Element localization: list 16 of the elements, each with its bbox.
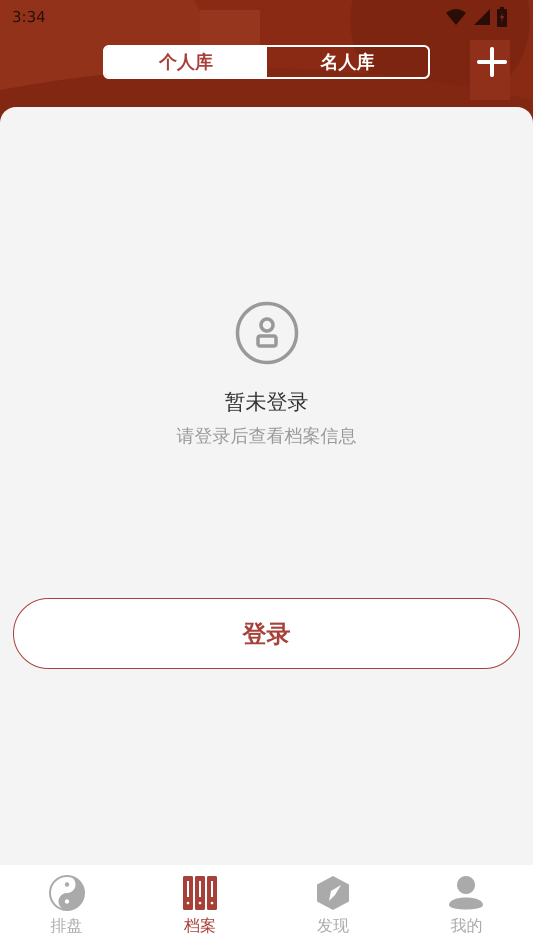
yin-yang-icon: [48, 875, 85, 911]
empty-message: 请登录后查看档案信息: [176, 425, 356, 448]
empty-title: 暂未登录: [224, 389, 308, 416]
add-button[interactable]: [477, 47, 507, 77]
user-icon: [234, 301, 298, 365]
binders-icon: [182, 875, 217, 911]
person-icon: [449, 875, 484, 911]
login-button[interactable]: 登录: [13, 598, 520, 669]
battery-icon: [497, 7, 507, 27]
wifi-icon: [445, 8, 467, 26]
signal-icon: [473, 8, 491, 26]
status-time: 3:34: [12, 8, 46, 26]
tab[interactable]: 个人库: [105, 47, 266, 77]
compass-icon: [316, 875, 350, 911]
tab[interactable]: 名人库: [266, 47, 428, 77]
nav-tab[interactable]: 档案: [133, 865, 266, 948]
